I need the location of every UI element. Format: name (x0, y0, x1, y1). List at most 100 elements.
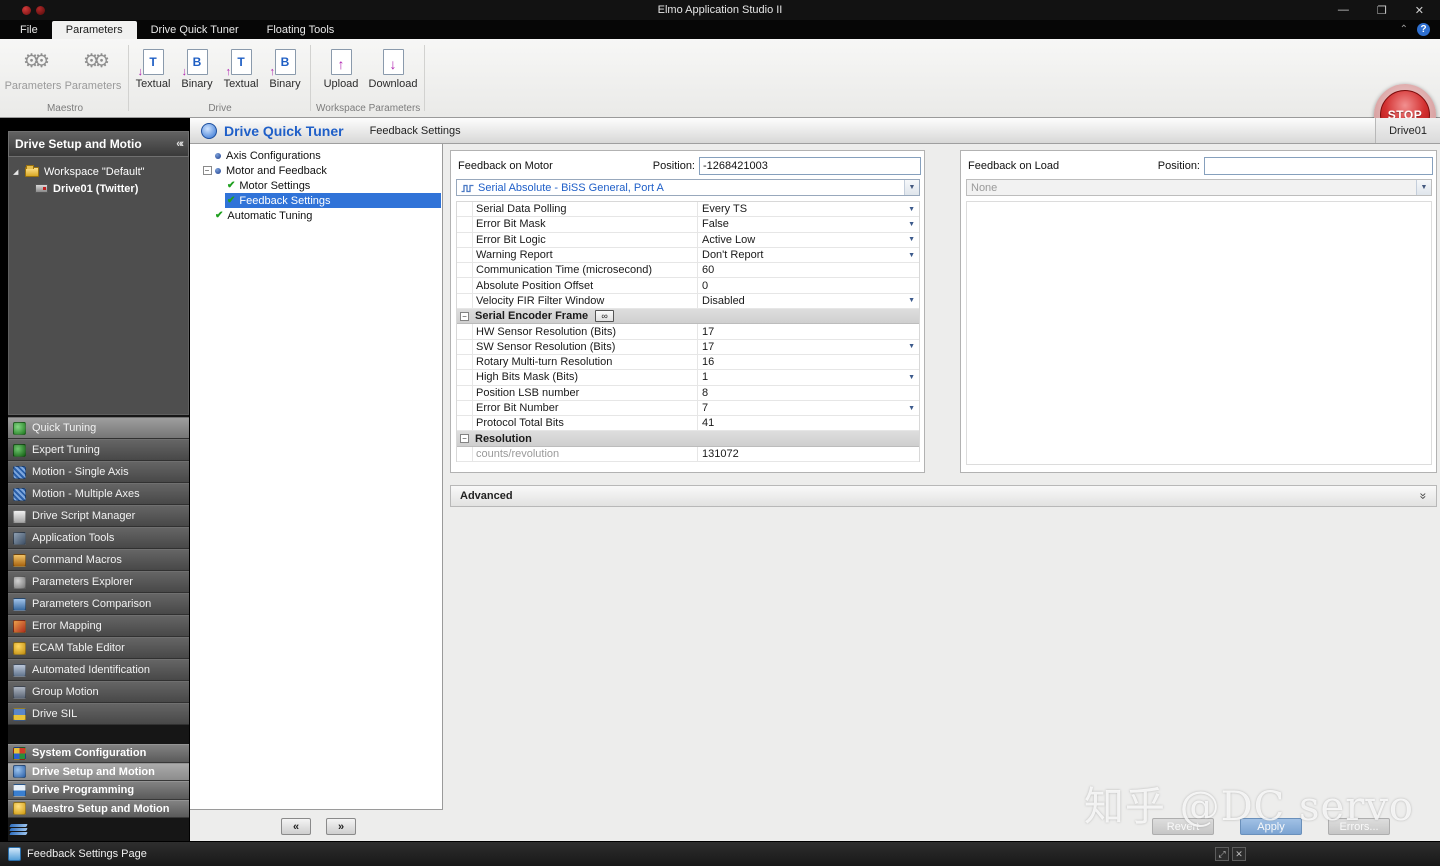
dropdown-arrow-icon[interactable]: ▼ (904, 180, 919, 195)
property-row[interactable]: − Communication Time (microsecond)∞ 60▼ (457, 263, 919, 279)
dropdown-arrow-icon[interactable]: ▼ (908, 374, 915, 381)
sidebar-item[interactable]: ECAM Table Editor (8, 637, 189, 659)
property-row[interactable]: − Error Bit Number∞ 7▼ (457, 400, 919, 417)
sidebar-item[interactable]: Application Tools (8, 527, 189, 549)
advanced-expander[interactable]: Advanced » (450, 485, 1437, 507)
property-value[interactable]: 16▼ (697, 354, 919, 370)
dropdown-arrow-icon[interactable]: ▼ (908, 206, 915, 213)
collapse-icon[interactable]: − (460, 434, 469, 444)
sidebar-item[interactable]: Expert Tuning (8, 439, 189, 461)
collapse-panel-icon[interactable]: «‹ (176, 138, 184, 150)
property-value[interactable]: 7 ▼ (697, 400, 919, 416)
drive-textual-button[interactable]: T ↓ Textual (132, 44, 174, 90)
property-value[interactable]: 41▼ (697, 416, 919, 431)
previous-page-button[interactable]: « (281, 818, 311, 835)
expander-icon[interactable]: ◢ (13, 168, 25, 176)
collapse-icon[interactable]: − (202, 166, 212, 175)
motor-position-input[interactable] (699, 156, 921, 175)
property-row[interactable]: − Position LSB number∞ 8▼ (457, 385, 919, 401)
pin-ribbon-icon[interactable]: ⌃ (1400, 24, 1408, 35)
property-row[interactable]: − Absolute Position Offset∞ 0▼ (457, 278, 919, 294)
layers-icon[interactable] (9, 823, 28, 838)
tree-item[interactable]: − ✔ Axis Configurations (190, 148, 442, 163)
infinity-button[interactable]: ∞ (595, 310, 615, 323)
sidebar-item[interactable]: Motion - Multiple Axes (8, 483, 189, 505)
property-value[interactable]: 17▼ (697, 324, 919, 339)
upload-button[interactable]: ↑ Upload (316, 44, 366, 90)
property-value[interactable]: 1 ▼ (697, 370, 919, 385)
menu-tab[interactable]: Floating Tools (253, 21, 349, 39)
property-row[interactable]: − HW Sensor Resolution (Bits)∞ 17▼ (457, 324, 919, 340)
footer-button[interactable]: Apply (1240, 818, 1302, 835)
minimize-icon[interactable]: — (1338, 4, 1349, 17)
property-row[interactable]: − Error Bit Logic∞ Active Low▼ (457, 232, 919, 248)
property-value[interactable]: 60▼ (697, 263, 919, 278)
dropdown-arrow-icon[interactable]: ▼ (908, 252, 915, 259)
tree-item[interactable]: − ✔ Feedback Settings (190, 193, 442, 208)
maestro-parameters-button[interactable]: ⚙⚙ Parameters (4, 44, 62, 92)
property-value[interactable]: 17▼ (697, 339, 919, 354)
dropdown-arrow-icon[interactable]: ▼ (908, 405, 915, 412)
dropdown-arrow-icon[interactable]: ▼ (908, 343, 915, 350)
drive-binary-button[interactable]: B ↑ Binary (264, 44, 306, 90)
property-row[interactable]: − counts/revolution∞ 131072▼ (457, 446, 919, 463)
drive-node[interactable]: Drive01 (Twitter) (9, 180, 188, 197)
property-row[interactable]: − High Bits Mask (Bits)∞ 1▼ (457, 370, 919, 386)
footer-button[interactable]: Revert (1152, 818, 1214, 835)
property-row[interactable]: − Rotary Multi-turn Resolution∞ 16▼ (457, 354, 919, 371)
menu-tab[interactable]: File (6, 21, 52, 39)
load-position-input[interactable] (1204, 156, 1433, 175)
workspace-node[interactable]: ◢ Workspace "Default" (9, 163, 188, 180)
sidebar-item[interactable]: Quick Tuning (8, 417, 189, 439)
maximize-icon[interactable]: ❐ (1377, 4, 1387, 17)
dropdown-arrow-icon[interactable]: ▼ (1416, 180, 1431, 195)
popout-icon[interactable]: ⤢ (1215, 847, 1229, 861)
property-value[interactable]: 0▼ (697, 278, 919, 293)
dropdown-arrow-icon[interactable]: ▼ (908, 221, 915, 228)
download-button[interactable]: ↓ Download (368, 44, 418, 90)
tree-item[interactable]: − ✔ Motor and Feedback (190, 163, 442, 178)
sidebar-section-button[interactable]: Drive Setup and Motion (8, 762, 189, 781)
next-page-button[interactable]: » (326, 818, 356, 835)
property-row[interactable]: − Warning Report∞ Don't Report▼ (457, 247, 919, 264)
dropdown-arrow-icon[interactable]: ▼ (908, 297, 915, 304)
load-feedback-type-select[interactable]: None ▼ (966, 179, 1432, 196)
property-row[interactable]: − Protocol Total Bits∞ 41▼ (457, 416, 919, 432)
property-value[interactable]: False ▼ (697, 217, 919, 232)
menu-tab[interactable]: Drive Quick Tuner (137, 21, 253, 39)
sidebar-item[interactable]: Group Motion (8, 681, 189, 703)
sidebar-item[interactable]: Parameters Comparison (8, 593, 189, 615)
sidebar-section-button[interactable]: Drive Programming (8, 781, 189, 800)
property-value[interactable]: 131072▼ (697, 446, 919, 462)
property-value[interactable]: Disabled ▼ (697, 293, 919, 309)
sidebar-item[interactable]: Motion - Single Axis (8, 461, 189, 483)
dropdown-arrow-icon[interactable]: ▼ (908, 236, 915, 243)
tree-item[interactable]: − ✔ Automatic Tuning (190, 208, 442, 223)
motor-feedback-type-select[interactable]: Serial Absolute - BiSS General, Port A ▼ (456, 179, 920, 196)
close-icon[interactable]: ✕ (1415, 4, 1424, 17)
tab-feedback-settings[interactable]: Feedback Settings (370, 125, 461, 137)
expand-advanced-icon[interactable]: » (1417, 493, 1431, 500)
property-row[interactable]: − Serial Data Polling∞ Every TS▼ (457, 202, 919, 218)
property-row[interactable]: − Resolution∞ ▼ (457, 431, 919, 447)
property-value[interactable]: Every TS ▼ (697, 202, 919, 217)
sidebar-item[interactable]: Command Macros (8, 549, 189, 571)
property-row[interactable]: − Serial Encoder Frame∞ ▼ (457, 309, 919, 325)
drive-textual-button[interactable]: T ↑ Textual (220, 44, 262, 90)
sidebar-item[interactable]: Automated Identification (8, 659, 189, 681)
sidebar-item[interactable]: Error Mapping (8, 615, 189, 637)
property-value[interactable]: Don't Report ▼ (697, 247, 919, 263)
sidebar-item[interactable]: Drive SIL (8, 703, 189, 725)
property-row[interactable]: − Error Bit Mask∞ False▼ (457, 217, 919, 233)
sidebar-item[interactable]: Parameters Explorer (8, 571, 189, 593)
sidebar-section-button[interactable]: System Configuration (8, 744, 189, 763)
menu-tab[interactable]: Parameters (51, 21, 137, 39)
footer-button[interactable]: Errors... (1328, 818, 1390, 835)
property-row[interactable]: − Velocity FIR Filter Window∞ Disabled▼ (457, 293, 919, 310)
sidebar-item[interactable]: Drive Script Manager (8, 505, 189, 527)
property-value[interactable]: Active Low ▼ (697, 232, 919, 247)
sidebar-section-button[interactable]: Maestro Setup and Motion (8, 799, 189, 818)
collapse-icon[interactable]: − (460, 311, 469, 321)
drive-binary-button[interactable]: B ↓ Binary (176, 44, 218, 90)
tree-item[interactable]: − ✔ Motor Settings (190, 178, 442, 193)
